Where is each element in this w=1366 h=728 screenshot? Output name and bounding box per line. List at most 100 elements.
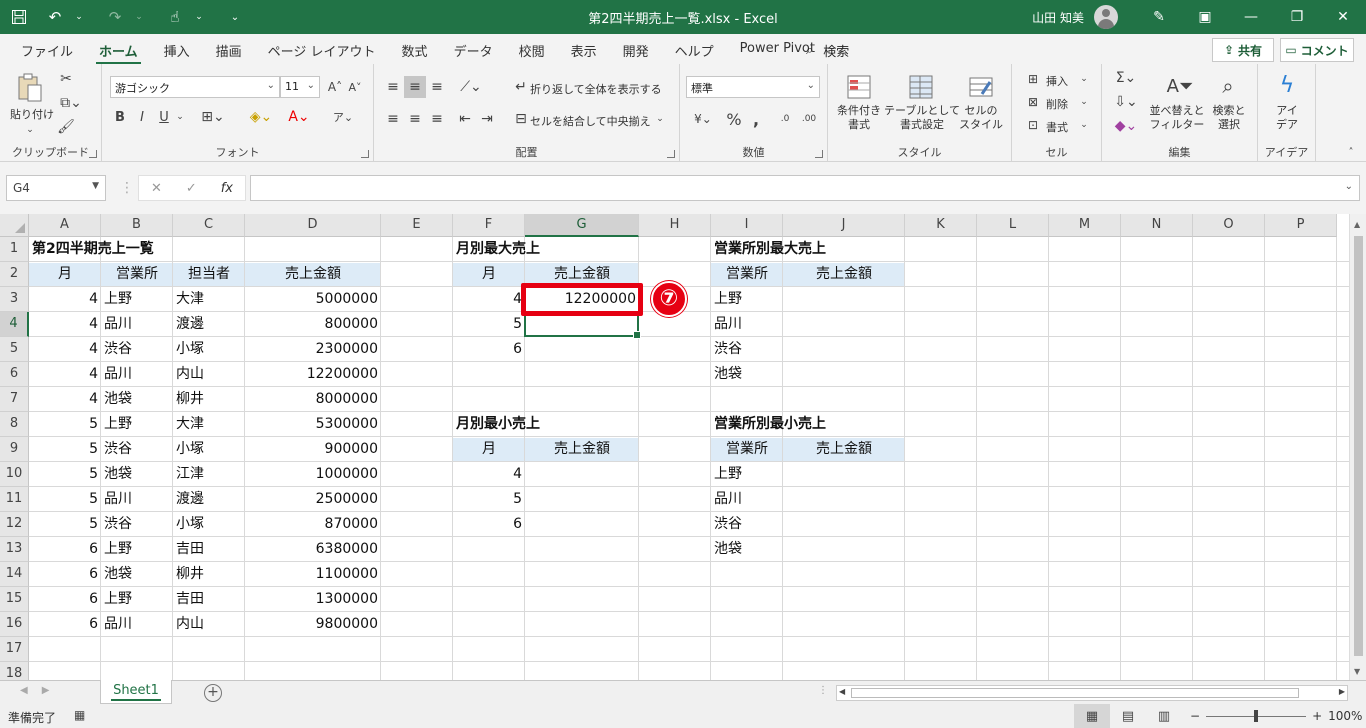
enter-icon[interactable]: ✓	[186, 181, 197, 196]
conditional-formatting-icon[interactable]	[844, 72, 874, 102]
collapse-ribbon-icon[interactable]: ˄	[1344, 146, 1358, 158]
column-header-d[interactable]: D	[245, 214, 381, 237]
delete-dropdown-icon[interactable]: ⌄	[1078, 93, 1090, 111]
staff-cell[interactable]: 吉田	[173, 587, 245, 612]
row-header-10[interactable]: 10	[0, 462, 29, 487]
label-cell[interactable]: 6	[453, 337, 525, 362]
zoom-in-icon[interactable]: +	[1312, 709, 1322, 723]
month-cell[interactable]: 6	[29, 612, 101, 637]
tab-help[interactable]: ヘルプ	[662, 41, 727, 61]
column-header-c[interactable]: C	[173, 214, 245, 237]
paste-dropdown-icon[interactable]: ⌄	[22, 124, 38, 136]
merge-center-button[interactable]: セルを結合して中央揃え	[530, 113, 651, 129]
table-header-cell[interactable]: 売上金額	[525, 437, 639, 462]
align-middle-icon[interactable]: ≡	[404, 76, 426, 98]
tab-draw[interactable]: 描画	[203, 41, 255, 61]
sales-cell[interactable]: 8000000	[245, 387, 381, 412]
row-header-9[interactable]: 9	[0, 437, 29, 462]
align-center-icon[interactable]: ≡	[404, 108, 426, 130]
sales-cell[interactable]: 900000	[245, 437, 381, 462]
office-cell[interactable]: 池袋	[101, 462, 173, 487]
column-header-n[interactable]: N	[1121, 214, 1193, 237]
tab-splitter-icon[interactable]: ⋮	[818, 685, 828, 696]
sort-filter-button[interactable]: 並べ替えと フィルター	[1148, 104, 1206, 132]
office-cell[interactable]: 品川	[101, 487, 173, 512]
tab-insert[interactable]: 挿入	[151, 41, 203, 61]
staff-cell[interactable]: 小塚	[173, 437, 245, 462]
sales-cell[interactable]: 5300000	[245, 412, 381, 437]
search-box[interactable]: ⌕ 検索	[806, 41, 849, 60]
label-cell[interactable]: 渋谷	[711, 512, 783, 537]
sort-filter-icon[interactable]: A⏷	[1164, 70, 1196, 102]
table-header-cell[interactable]: 月	[453, 437, 525, 462]
align-right-icon[interactable]: ≡	[426, 108, 448, 130]
staff-cell[interactable]: 江津	[173, 462, 245, 487]
decrease-decimal-icon[interactable]: .00	[798, 108, 820, 130]
font-size-select[interactable]: 11 ⌄	[280, 76, 320, 98]
sales-cell[interactable]: 1300000	[245, 587, 381, 612]
row-header-14[interactable]: 14	[0, 562, 29, 587]
value-cell[interactable]	[525, 512, 639, 537]
tab-view[interactable]: 表示	[558, 41, 610, 61]
column-header-j[interactable]: J	[783, 214, 905, 237]
value-cell[interactable]	[783, 337, 905, 362]
underline-dropdown-icon[interactable]: ⌄	[174, 108, 186, 126]
comment-button[interactable]: ▭ コメント	[1280, 38, 1354, 62]
row-header-8[interactable]: 8	[0, 412, 29, 437]
font-name-select[interactable]: 游ゴシック ⌄	[110, 76, 280, 98]
row-header-7[interactable]: 7	[0, 387, 29, 412]
month-cell[interactable]: 5	[29, 462, 101, 487]
lightning-icon[interactable]: ϟ	[1272, 70, 1302, 100]
label-cell[interactable]: 品川	[711, 312, 783, 337]
month-cell[interactable]: 4	[29, 337, 101, 362]
tab-review[interactable]: 校閲	[506, 41, 558, 61]
pen-icon[interactable]: ✎	[1136, 0, 1182, 34]
tab-data[interactable]: データ	[441, 41, 506, 61]
column-header-m[interactable]: M	[1049, 214, 1121, 237]
staff-cell[interactable]: 大津	[173, 412, 245, 437]
office-cell[interactable]: 上野	[101, 287, 173, 312]
office-cell[interactable]: 池袋	[101, 387, 173, 412]
share-button[interactable]: ⇪ 共有	[1212, 38, 1274, 62]
format-dropdown-icon[interactable]: ⌄	[1078, 116, 1090, 134]
month-cell[interactable]: 4	[29, 362, 101, 387]
scroll-left-icon[interactable]: ◀	[839, 687, 845, 696]
sales-cell[interactable]: 9800000	[245, 612, 381, 637]
tab-home[interactable]: ホーム	[86, 41, 151, 65]
staff-cell[interactable]: 渡邊	[173, 312, 245, 337]
font-launcher-icon[interactable]	[361, 150, 369, 158]
insert-function-icon[interactable]: fx	[221, 181, 233, 196]
staff-cell[interactable]: 内山	[173, 612, 245, 637]
table-header-cell[interactable]: 営業所	[711, 437, 783, 462]
decrease-indent-icon[interactable]: ⇤	[454, 108, 476, 130]
find-select-button[interactable]: 検索と 選択	[1206, 104, 1252, 132]
value-cell[interactable]	[783, 537, 905, 562]
column-header-i[interactable]: I	[711, 214, 783, 237]
increase-font-icon[interactable]: A˄	[326, 78, 344, 96]
copy-icon[interactable]: ⧉⌄	[58, 94, 84, 112]
scroll-right-icon[interactable]: ▶	[1339, 687, 1345, 696]
name-box[interactable]: G4 ▼	[6, 175, 106, 201]
alignment-launcher-icon[interactable]	[667, 150, 675, 158]
format-painter-icon[interactable]: 🖌	[57, 118, 75, 136]
merge-icon[interactable]: ⊟	[512, 108, 530, 130]
row-header-18[interactable]: 18	[0, 662, 29, 680]
table-header-cell[interactable]: 担当者	[173, 262, 245, 287]
add-sheet-icon[interactable]: +	[204, 684, 222, 702]
avatar[interactable]	[1094, 5, 1118, 29]
prev-sheet-icon[interactable]: ◀	[20, 685, 28, 696]
month-cell[interactable]: 4	[29, 312, 101, 337]
align-top-icon[interactable]: ≡	[382, 76, 404, 98]
accounting-format-icon[interactable]: ¥⌄	[686, 108, 720, 130]
label-cell[interactable]: 渋谷	[711, 337, 783, 362]
month-cell[interactable]: 5	[29, 487, 101, 512]
expand-formula-icon[interactable]: ⌄	[1345, 181, 1353, 192]
column-header-l[interactable]: L	[977, 214, 1049, 237]
horizontal-scrollbar[interactable]: ◀ ▶	[836, 685, 1348, 701]
conditional-formatting-button[interactable]: 条件付き 書式	[830, 104, 888, 132]
fill-icon[interactable]: ⇩⌄	[1110, 92, 1142, 112]
office-cell[interactable]: 渋谷	[101, 512, 173, 537]
row-header-4[interactable]: 4	[0, 312, 29, 337]
staff-cell[interactable]: 小塚	[173, 337, 245, 362]
paste-icon[interactable]	[14, 72, 46, 104]
